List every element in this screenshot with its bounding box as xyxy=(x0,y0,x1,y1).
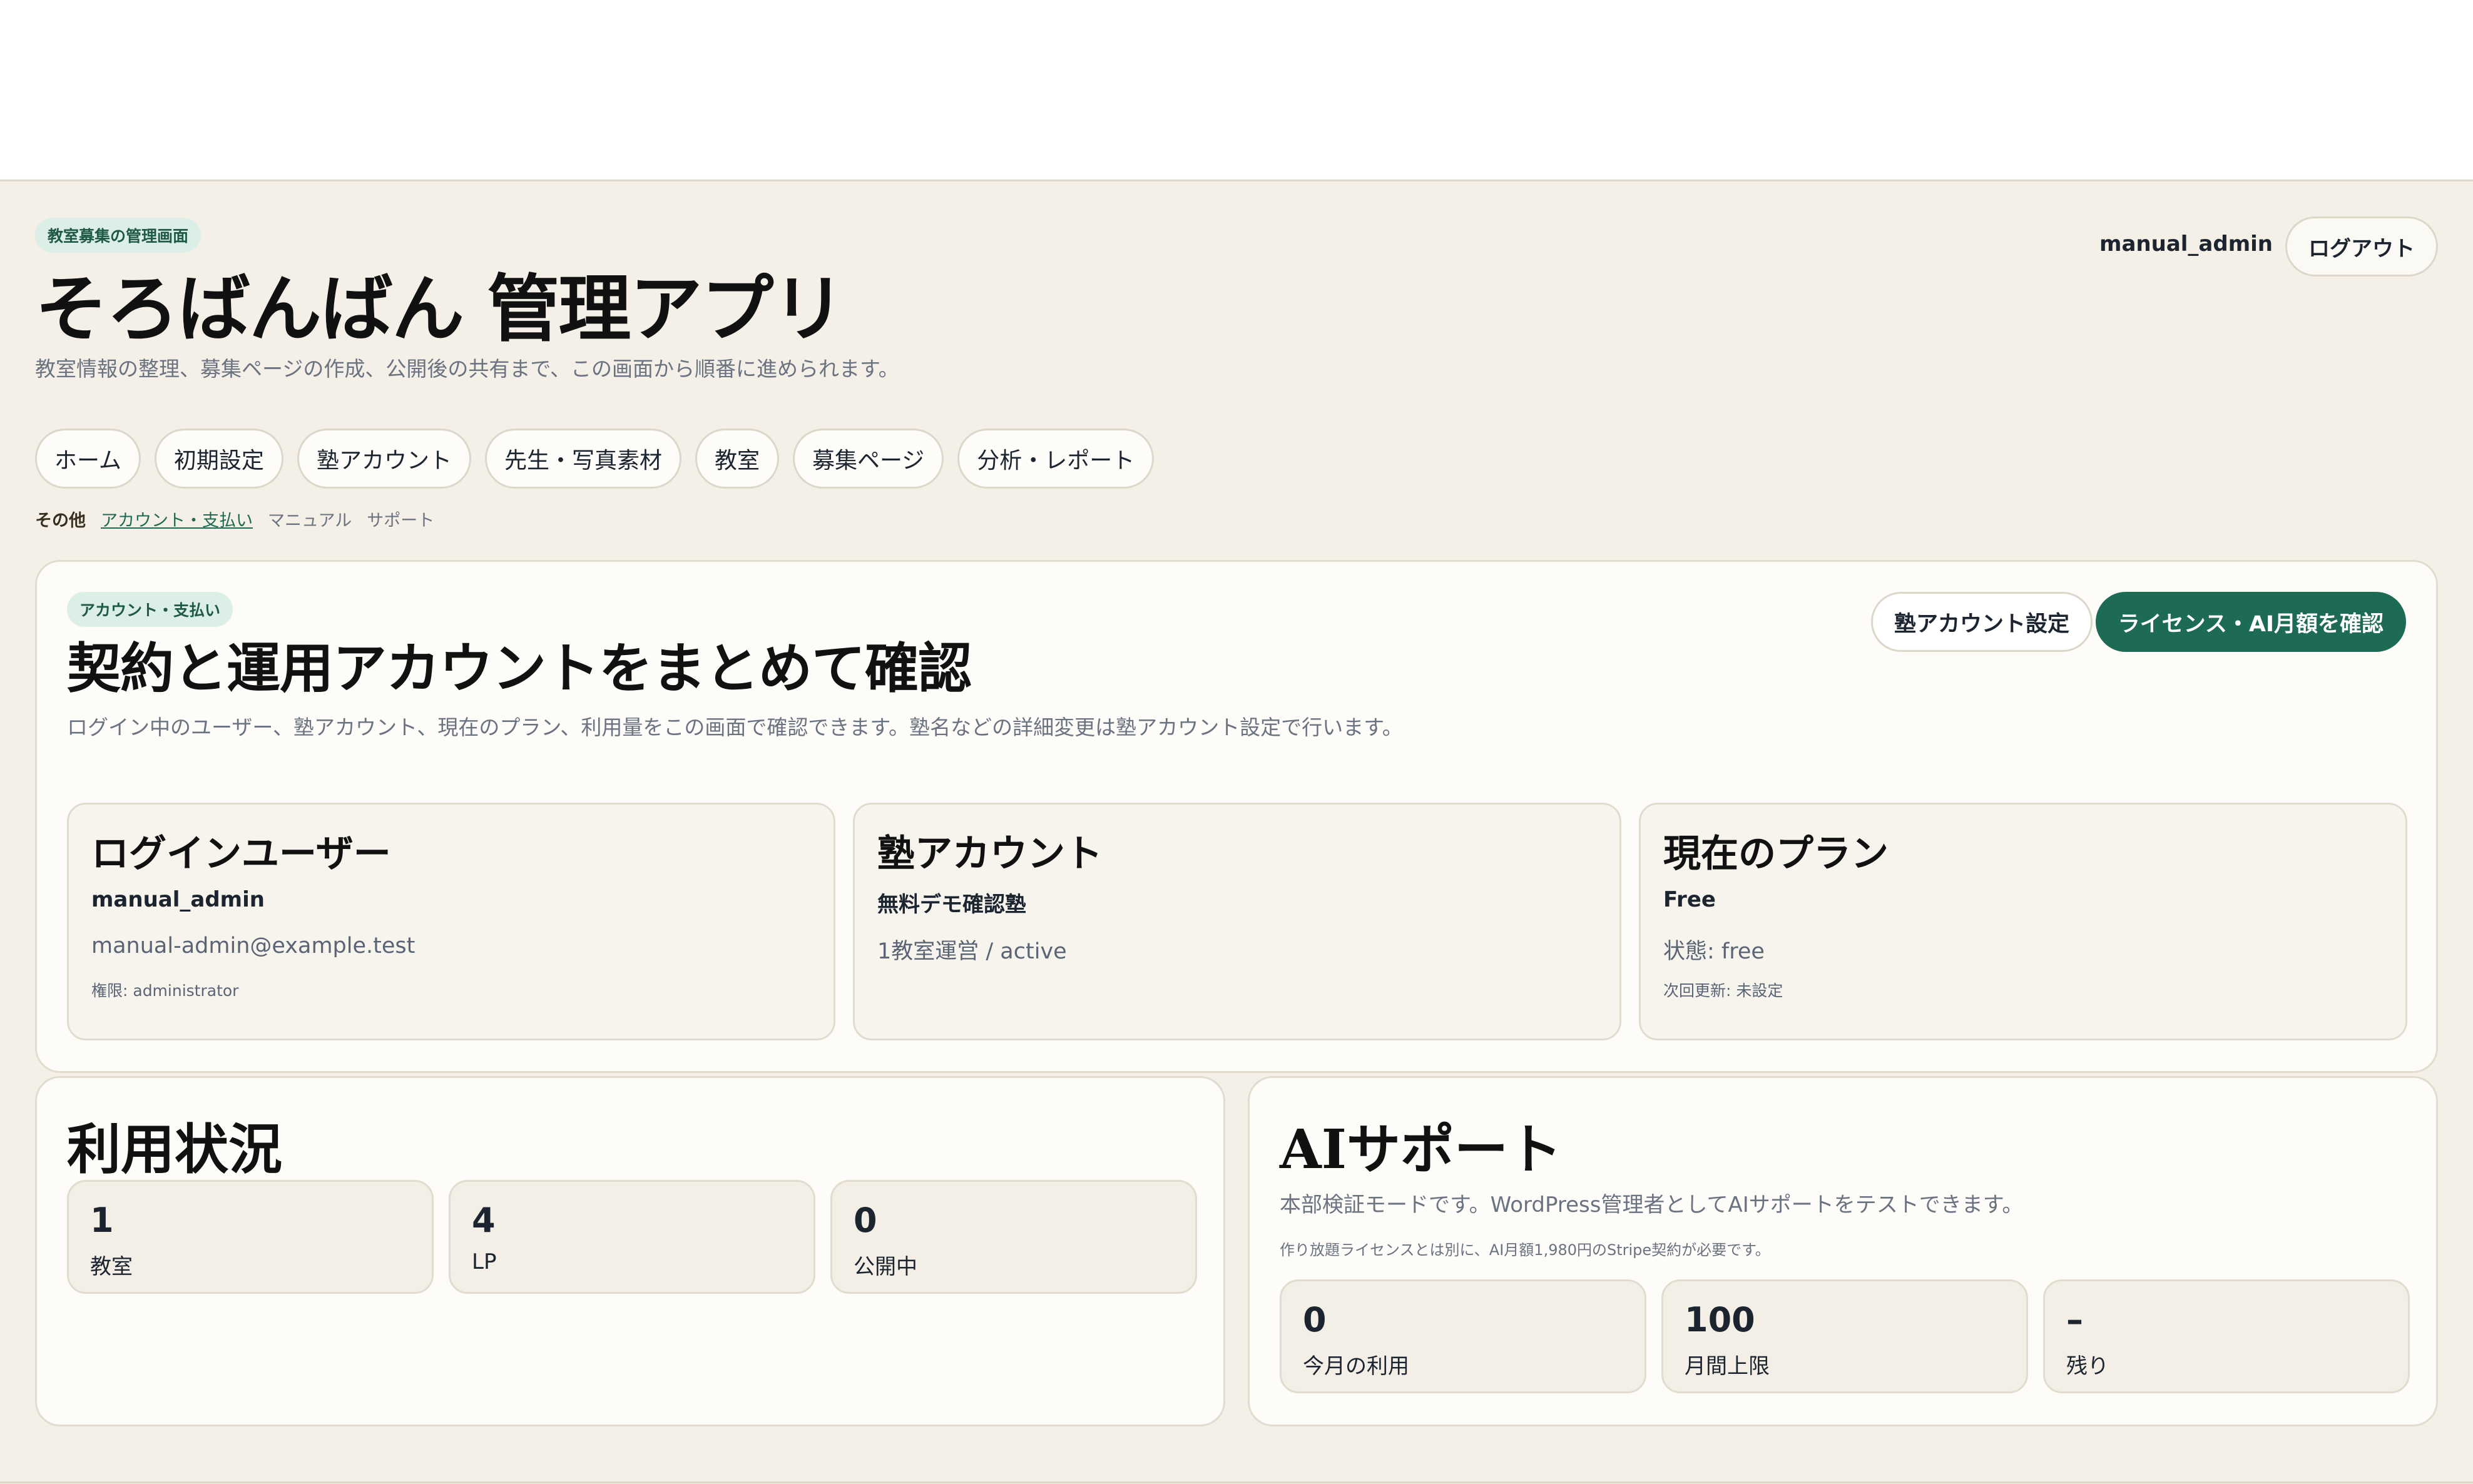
card-title: 現在のプラン xyxy=(1663,832,1889,876)
card-school-status: 1教室運営 / active xyxy=(877,939,1067,964)
stat-value: 0 xyxy=(1303,1300,1327,1339)
nav-item-school-account[interactable]: 塾アカウント xyxy=(297,429,471,489)
nav-item-home[interactable]: ホーム xyxy=(35,429,141,489)
nav-item-recruitment-page[interactable]: 募集ページ xyxy=(792,429,944,489)
hero-subtitle: ログイン中のユーザー、塾アカウント、現在のプラン、利用量をこの画面で確認できます… xyxy=(67,715,1403,739)
card-plan-name: Free xyxy=(1663,887,1716,912)
card-next-renewal: 次回更新: 未設定 xyxy=(1663,982,1783,1000)
stat-value: 1 xyxy=(90,1201,114,1240)
usage-title: 利用状況 xyxy=(67,1118,282,1181)
subnav-link-account-billing[interactable]: アカウント・支払い xyxy=(101,507,253,531)
stat-label: 公開中 xyxy=(854,1254,917,1279)
card-title: ログインユーザー xyxy=(91,832,391,876)
stat-lp: 4 LP xyxy=(449,1180,815,1294)
school-account-card: 塾アカウント 無料デモ確認塾 1教室運営 / active xyxy=(853,803,1621,1040)
ai-support-subtitle: 本部検証モードです。WordPress管理者としてAIサポートをテストできます。 xyxy=(1280,1192,2024,1217)
stat-monthly-limit: 100 月間上限 xyxy=(1661,1279,2028,1393)
stat-label: LP xyxy=(472,1249,497,1274)
footer-divider xyxy=(0,1481,2473,1483)
card-email: manual-admin@example.test xyxy=(91,933,416,958)
current-user-name: manual_admin xyxy=(2099,231,2273,257)
nav-item-teachers-photos[interactable]: 先生・写真素材 xyxy=(484,429,681,489)
login-user-card: ログインユーザー manual_admin manual-admin@examp… xyxy=(67,803,835,1040)
stat-value: – xyxy=(2066,1300,2083,1339)
card-role: 権限: administrator xyxy=(91,982,239,1000)
card-username: manual_admin xyxy=(91,887,265,912)
stat-value: 100 xyxy=(1685,1300,1755,1339)
sub-nav: その他 アカウント・支払い マニュアル サポート xyxy=(35,507,434,531)
stat-classrooms: 1 教室 xyxy=(67,1180,434,1294)
nav-item-initial-setup[interactable]: 初期設定 xyxy=(154,429,283,489)
ai-support-title: AIサポート xyxy=(1280,1118,1562,1181)
stat-remaining: – 残り xyxy=(2043,1279,2410,1393)
usage-panel: 利用状況 1 教室 4 LP 0 公開中 xyxy=(35,1076,1225,1426)
top-blank-bar xyxy=(0,0,2473,181)
subnav-link-support[interactable]: サポート xyxy=(367,507,434,531)
stat-label: 教室 xyxy=(90,1254,133,1279)
subnav-label: その他 xyxy=(35,511,86,531)
stat-label: 月間上限 xyxy=(1685,1354,1770,1379)
account-overview-panel: アカウント・支払い 契約と運用アカウントをまとめて確認 ログイン中のユーザー、塾… xyxy=(35,560,2438,1073)
hero-title: 契約と運用アカウントをまとめて確認 xyxy=(67,637,972,700)
stat-published: 0 公開中 xyxy=(830,1180,1197,1294)
app-subtitle: 教室情報の整理、募集ページの作成、公開後の共有まで、この画面から順番に進められま… xyxy=(35,357,899,381)
logout-button[interactable]: ログアウト xyxy=(2285,216,2438,277)
stat-label: 残り xyxy=(2066,1354,2109,1379)
card-school-name: 無料デモ確認塾 xyxy=(877,892,1026,917)
ai-support-panel: AIサポート 本部検証モードです。WordPress管理者としてAIサポートをテ… xyxy=(1248,1076,2438,1426)
main-nav: ホーム 初期設定 塾アカウント 先生・写真素材 教室 募集ページ 分析・レポート xyxy=(35,429,1155,489)
school-account-settings-button[interactable]: 塾アカウント設定 xyxy=(1870,592,2093,652)
ai-support-note: 作り放題ライセンスとは別に、AI月額1,980円のStripe契約が必要です。 xyxy=(1280,1241,1770,1259)
stat-label: 今月の利用 xyxy=(1303,1354,1409,1379)
subnav-link-manual[interactable]: マニュアル xyxy=(268,507,352,531)
header-eyebrow-badge: 教室募集の管理画面 xyxy=(35,218,201,253)
hero-eyebrow-badge: アカウント・支払い xyxy=(67,592,233,627)
nav-item-analytics-report[interactable]: 分析・レポート xyxy=(957,429,1155,489)
current-plan-card: 現在のプラン Free 状態: free 次回更新: 未設定 xyxy=(1639,803,2407,1040)
card-plan-status: 状態: free xyxy=(1663,939,1765,964)
page-body: 教室募集の管理画面 そろばんばん 管理アプリ 教室情報の整理、募集ページの作成、… xyxy=(0,181,2473,1484)
check-license-button[interactable]: ライセンス・AI月額を確認 xyxy=(2095,592,2406,652)
stat-monthly-usage: 0 今月の利用 xyxy=(1280,1279,1646,1393)
stat-value: 0 xyxy=(854,1201,877,1240)
stat-value: 4 xyxy=(472,1201,496,1240)
app-title: そろばんばん 管理アプリ xyxy=(35,267,845,352)
card-title: 塾アカウント xyxy=(877,832,1103,876)
nav-item-classroom[interactable]: 教室 xyxy=(695,429,779,489)
